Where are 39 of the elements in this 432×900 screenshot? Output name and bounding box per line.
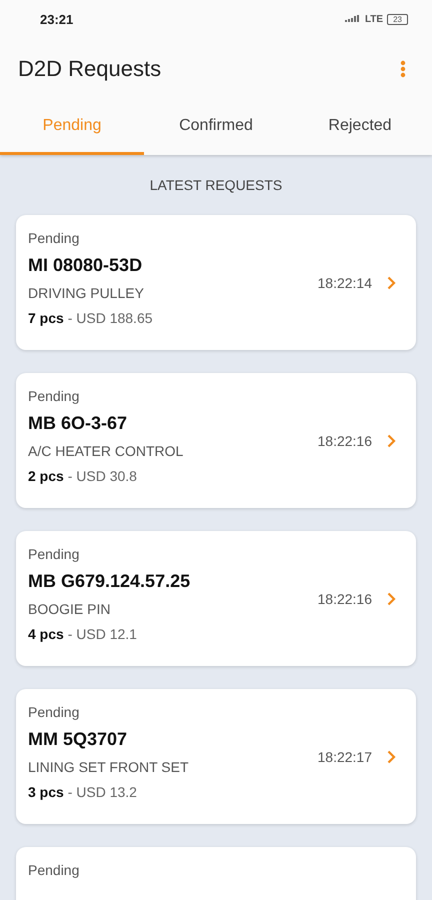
section-heading: LATEST REQUESTS	[148, 177, 284, 193]
chevron-right-icon	[387, 592, 396, 606]
app-title: D2D Requests	[18, 56, 162, 82]
quantity-price: 2 pcs - USD 30.8	[28, 468, 138, 484]
part-number: MM 5Q3707	[28, 729, 128, 750]
request-status: Pending	[28, 388, 80, 404]
chevron-right-icon	[387, 434, 396, 448]
chevron-right-icon	[387, 276, 396, 290]
request-card[interactable]: Pending MI 08080-53D DRIVING PULLEY 7 pcs - USD 188.65 18:22:14	[16, 215, 416, 350]
signal-icon	[344, 15, 361, 23]
request-card[interactable]: Pending MB G679.124.57.25 BOOGIE PIN 4 pcs - USD 12.1 18:22:16	[16, 531, 416, 666]
request-card[interactable]: Pending	[16, 847, 416, 900]
request-time: 18:22:16	[318, 433, 372, 449]
request-time: 18:22:17	[318, 749, 372, 765]
part-number: MI 08080-53D	[28, 255, 144, 276]
request-status: Pending	[28, 704, 80, 720]
quantity-price: 3 pcs - USD 13.2	[28, 784, 138, 800]
part-description: BOOGIE PIN	[28, 601, 112, 617]
part-description: A/C HEATER CONTROL	[28, 443, 184, 459]
request-status: Pending	[28, 862, 80, 878]
request-status: Pending	[28, 230, 80, 246]
part-number: MB 6O-3-67	[28, 413, 128, 434]
request-time: 18:22:16	[318, 591, 372, 607]
part-number: MB G679.124.57.25	[28, 571, 190, 592]
battery-icon: 23	[387, 14, 408, 24]
tab[interactable]: Confirmed	[144, 100, 288, 155]
quantity-price: 4 pcs - USD 12.1	[28, 626, 138, 642]
tab[interactable]: Rejected	[288, 100, 432, 155]
request-card[interactable]: Pending MB 6O-3-67 A/C HEATER CONTROL 2 pcs - USD 30.8 18:22:16	[16, 373, 416, 508]
part-description: DRIVING PULLEY	[28, 285, 145, 301]
quantity-price: 7 pcs - USD 188.65	[28, 310, 153, 326]
more-menu-icon[interactable]	[400, 60, 406, 78]
chevron-right-icon	[387, 750, 396, 764]
request-status: Pending	[28, 546, 80, 562]
status-time: 23:21	[40, 12, 74, 26]
part-description: LINING SET FRONT SET	[28, 759, 189, 775]
request-card[interactable]: Pending MM 5Q3707 LINING SET FRONT SET 3 pcs - USD 13.2 18:22:17	[16, 689, 416, 824]
request-time: 18:22:14	[318, 275, 372, 291]
network-label: LTE	[364, 14, 384, 24]
